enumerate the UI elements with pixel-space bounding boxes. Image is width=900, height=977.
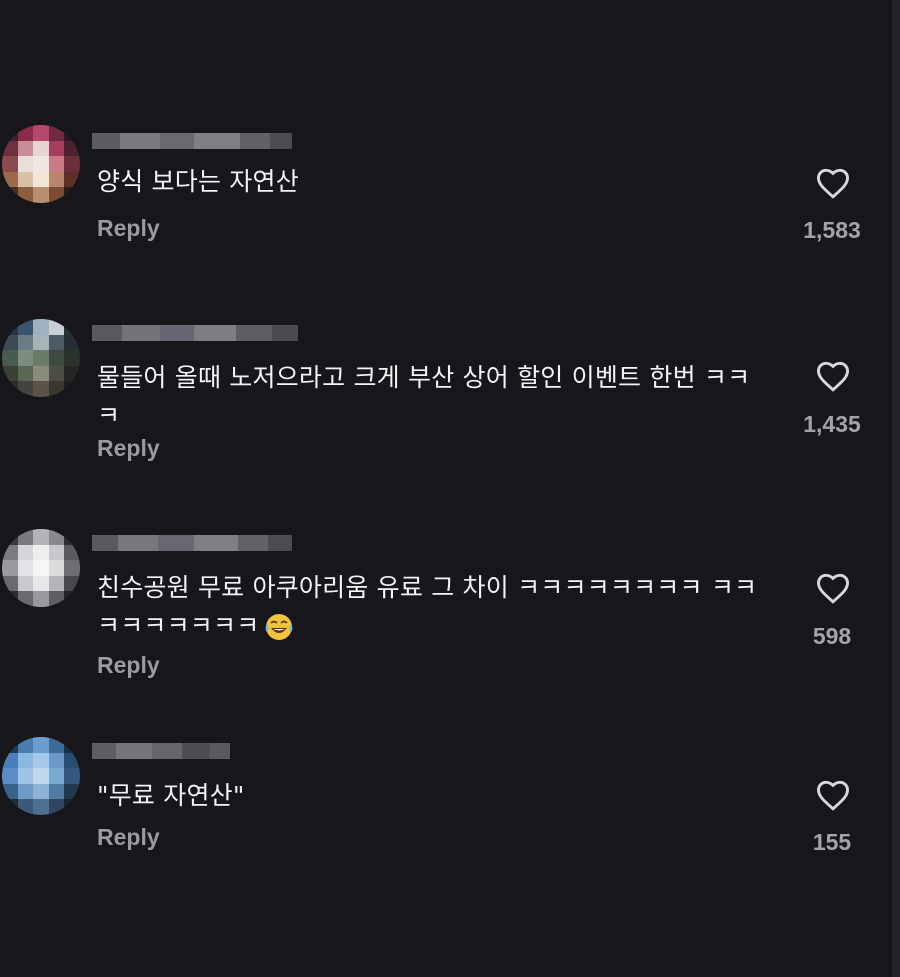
username-blurred[interactable] [92,535,292,551]
comment-item: 양식 보다는 자연산 Reply 1,583 [0,120,890,270]
like-count: 1,583 [803,217,861,243]
heart-outline-icon[interactable] [815,572,851,604]
comment-text-content: 친수공원 무료 아쿠아리움 유료 그 차이 ㅋㅋㅋㅋㅋㅋㅋㅋ ㅋㅋㅋㅋㅋㅋㅋㅋㅋ [97,573,758,640]
username-blurred[interactable] [92,743,230,759]
like-count: 598 [812,623,852,649]
heart-outline-icon[interactable] [815,360,851,392]
comment-text: 양식 보다는 자연산 [97,167,299,196]
comment-text: 친수공원 무료 아쿠아리움 유료 그 차이 ㅋㅋㅋㅋㅋㅋㅋㅋ ㅋㅋㅋㅋㅋㅋㅋㅋㅋ [97,569,767,645]
avatar-blurred[interactable] [2,529,80,607]
comment-text: "무료 자연산" [97,781,245,810]
username-blurred[interactable] [92,325,298,341]
face-with-tears-of-joy-icon [265,614,293,640]
like-count: 155 [812,829,852,855]
heart-outline-icon[interactable] [815,167,851,199]
avatar-blurred[interactable] [2,737,80,815]
reply-button[interactable]: Reply [97,652,160,679]
heart-outline-icon[interactable] [815,779,851,811]
screen-edge [892,0,900,977]
comment-item: 물들어 올때 노저으라고 크게 부산 상어 할인 이벤트 한번 ㅋㅋㅋ Repl… [0,315,890,485]
avatar-blurred[interactable] [2,125,80,203]
comment-item: 친수공원 무료 아쿠아리움 유료 그 차이 ㅋㅋㅋㅋㅋㅋㅋㅋ ㅋㅋㅋㅋㅋㅋㅋㅋㅋ… [0,525,890,695]
reply-button[interactable]: Reply [97,435,160,462]
comment-text: 물들어 올때 노저으라고 크게 부산 상어 할인 이벤트 한번 ㅋㅋㅋ [97,363,751,430]
like-count: 1,435 [803,411,861,437]
username-blurred[interactable] [92,133,292,149]
comment-item: "무료 자연산" Reply 155 [0,733,890,883]
reply-button[interactable]: Reply [97,215,160,242]
avatar-blurred[interactable] [2,319,80,397]
reply-button[interactable]: Reply [97,824,160,851]
